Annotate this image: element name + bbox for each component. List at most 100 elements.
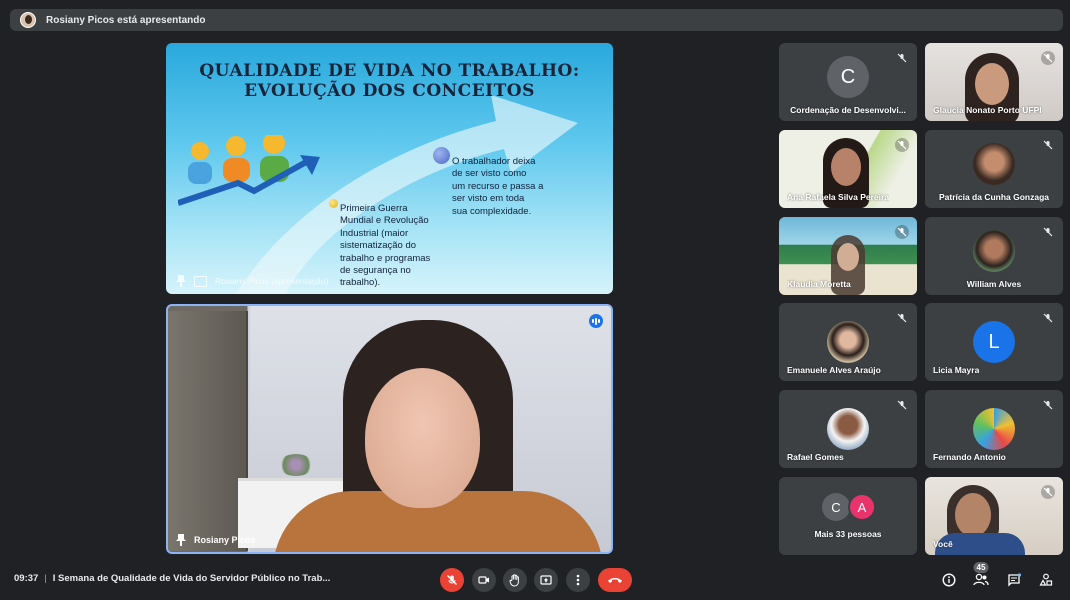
pin-icon[interactable] xyxy=(176,534,186,546)
slide-point2-line: sua complexidade. xyxy=(452,205,532,217)
presenter-avatar xyxy=(20,12,36,28)
self-name: Você xyxy=(933,539,953,549)
more-participants-label: Mais 33 pessoas xyxy=(814,529,882,539)
mic-off-icon xyxy=(895,138,909,152)
bottom-bar: 09:37 | I Semana de Qualidade de Vida do S… xyxy=(0,560,1070,600)
avatar xyxy=(973,230,1015,272)
video-cabinet xyxy=(168,311,248,551)
mic-off-icon xyxy=(1041,398,1055,412)
slide-point1-line: Industrial (maior xyxy=(340,227,409,239)
participant-name: Emanuele Alves Araújo xyxy=(787,365,881,375)
presenting-banner-text: Rosiany Picos está apresentando xyxy=(46,14,206,26)
participant-name: Ana Rafaela Silva Pereira xyxy=(787,192,890,202)
presenter-name: Rosiany Picos xyxy=(194,535,256,545)
participant-face xyxy=(837,243,859,271)
participant-name: Fernando Antonio xyxy=(933,452,1006,462)
presenter-face xyxy=(365,368,480,508)
activities-button[interactable] xyxy=(1036,570,1056,590)
slide-title: QUALIDADE DE VIDA NO TRABALHO: EVOLUÇÃO … xyxy=(166,61,613,101)
hang-up-icon xyxy=(608,578,622,583)
mic-off-icon xyxy=(895,225,909,239)
slide-point1-line: Mundial e Revolução xyxy=(340,215,429,227)
more-vert-icon xyxy=(576,574,580,586)
speaking-indicator-icon xyxy=(589,314,603,328)
avatar: C xyxy=(827,56,869,98)
meeting-info: 09:37 | I Semana de Qualidade de Vida do S… xyxy=(14,573,330,584)
self-face xyxy=(955,493,991,537)
slide-point2-line: de ser visto como xyxy=(452,168,527,180)
activities-icon xyxy=(1039,573,1053,586)
participant-tile[interactable]: L Licia Mayra xyxy=(925,303,1063,381)
separator: | xyxy=(44,573,47,584)
slide-point2-line: O trabalhador deixa xyxy=(452,156,536,167)
video-plant xyxy=(278,454,314,476)
mic-off-icon xyxy=(1041,225,1055,239)
participant-tile[interactable]: Ana Rafaela Silva Pereira xyxy=(779,130,917,208)
participant-name: Klaudia Moretta xyxy=(787,279,851,289)
leave-call-button[interactable] xyxy=(598,568,632,592)
avatar: C xyxy=(822,493,850,521)
slide-point2: O trabalhador deixa de ser visto como um… xyxy=(452,156,543,218)
bullet-point2-icon xyxy=(433,147,450,164)
chat-button[interactable] xyxy=(1004,570,1024,590)
hand-icon xyxy=(509,573,519,587)
more-options-button[interactable] xyxy=(566,568,590,592)
slide-point2-line: um recurso e passa a xyxy=(452,180,544,192)
participant-tile[interactable]: C Cordenação de Desenvolvi... xyxy=(779,43,917,121)
bullet-point1-icon xyxy=(329,199,338,208)
participant-tile[interactable]: Klaudia Moretta xyxy=(779,217,917,295)
presenter-name-label: Rosiany Picos xyxy=(176,534,256,546)
mic-off-icon xyxy=(895,398,909,412)
slide-point1-line: de segurança no xyxy=(340,265,411,277)
chat-icon xyxy=(1008,573,1021,587)
slide-point1-line: trabalho e programas xyxy=(340,252,431,264)
participant-tile[interactable]: William Alves xyxy=(925,217,1063,295)
slide-point1-line: trabalho). xyxy=(340,277,381,289)
participant-tile[interactable]: Emanuele Alves Araújo xyxy=(779,303,917,381)
avatar xyxy=(827,321,869,363)
participant-tile[interactable]: Rafael Gomes xyxy=(779,390,917,468)
slide-title-line2: EVOLUÇÃO DOS CONCEITOS xyxy=(244,81,535,101)
people-icon xyxy=(973,573,989,586)
presenter-video[interactable]: Rosiany Picos xyxy=(166,304,613,554)
avatar-initial: C xyxy=(831,499,841,515)
present-screen-icon xyxy=(194,275,207,287)
participant-tile[interactable]: Glaucia Nonato Porto UFPI xyxy=(925,43,1063,121)
pin-icon[interactable] xyxy=(176,275,186,287)
slide-point1-line: Primeira Guerra xyxy=(340,203,408,214)
people-button[interactable]: 45 xyxy=(971,562,991,590)
camera-toggle-button[interactable] xyxy=(472,568,496,592)
raise-hand-button[interactable] xyxy=(503,568,527,592)
mic-off-icon xyxy=(895,311,909,325)
camera-icon xyxy=(478,576,489,584)
slide-point1-line: sistematização do xyxy=(340,240,417,252)
avatar-initial: L xyxy=(988,330,1000,353)
avatar xyxy=(973,408,1015,450)
mic-off-icon xyxy=(447,575,457,585)
slide-title-line1: QUALIDADE DE VIDA NO TRABALHO: xyxy=(199,61,580,81)
participant-name: Rafael Gomes xyxy=(787,452,844,462)
present-screen-button[interactable] xyxy=(534,568,558,592)
participant-tile[interactable]: Fernando Antonio xyxy=(925,390,1063,468)
slide-point1: Primeira Guerra Mundial e Revolução Indu… xyxy=(340,203,430,290)
present-screen-icon xyxy=(540,574,552,585)
participant-face xyxy=(831,148,861,186)
participant-face xyxy=(975,63,1009,105)
slide-point2-line: ser visto em toda xyxy=(452,193,525,205)
meeting-time: 09:37 xyxy=(14,573,39,584)
avatar xyxy=(973,143,1015,185)
mic-off-icon xyxy=(1041,51,1055,65)
mic-off-icon xyxy=(1041,311,1055,325)
mic-off-icon xyxy=(1041,485,1055,499)
avatar: L xyxy=(973,321,1015,363)
self-tile[interactable]: Você xyxy=(925,477,1063,555)
participant-tile[interactable]: Patrícia da Cunha Gonzaga xyxy=(925,130,1063,208)
avatar-initial: A xyxy=(857,499,867,515)
presenting-banner: Rosiany Picos está apresentando xyxy=(10,9,1063,31)
avatar xyxy=(827,408,869,450)
more-participants-tile[interactable]: C A Mais 33 pessoas xyxy=(779,477,917,555)
meeting-details-button[interactable] xyxy=(939,570,959,590)
participants-count-badge: 45 xyxy=(973,562,989,573)
mic-toggle-button[interactable] xyxy=(440,568,464,592)
slide-overlay-label: Rosiany Picos (apresentação) xyxy=(215,276,329,286)
